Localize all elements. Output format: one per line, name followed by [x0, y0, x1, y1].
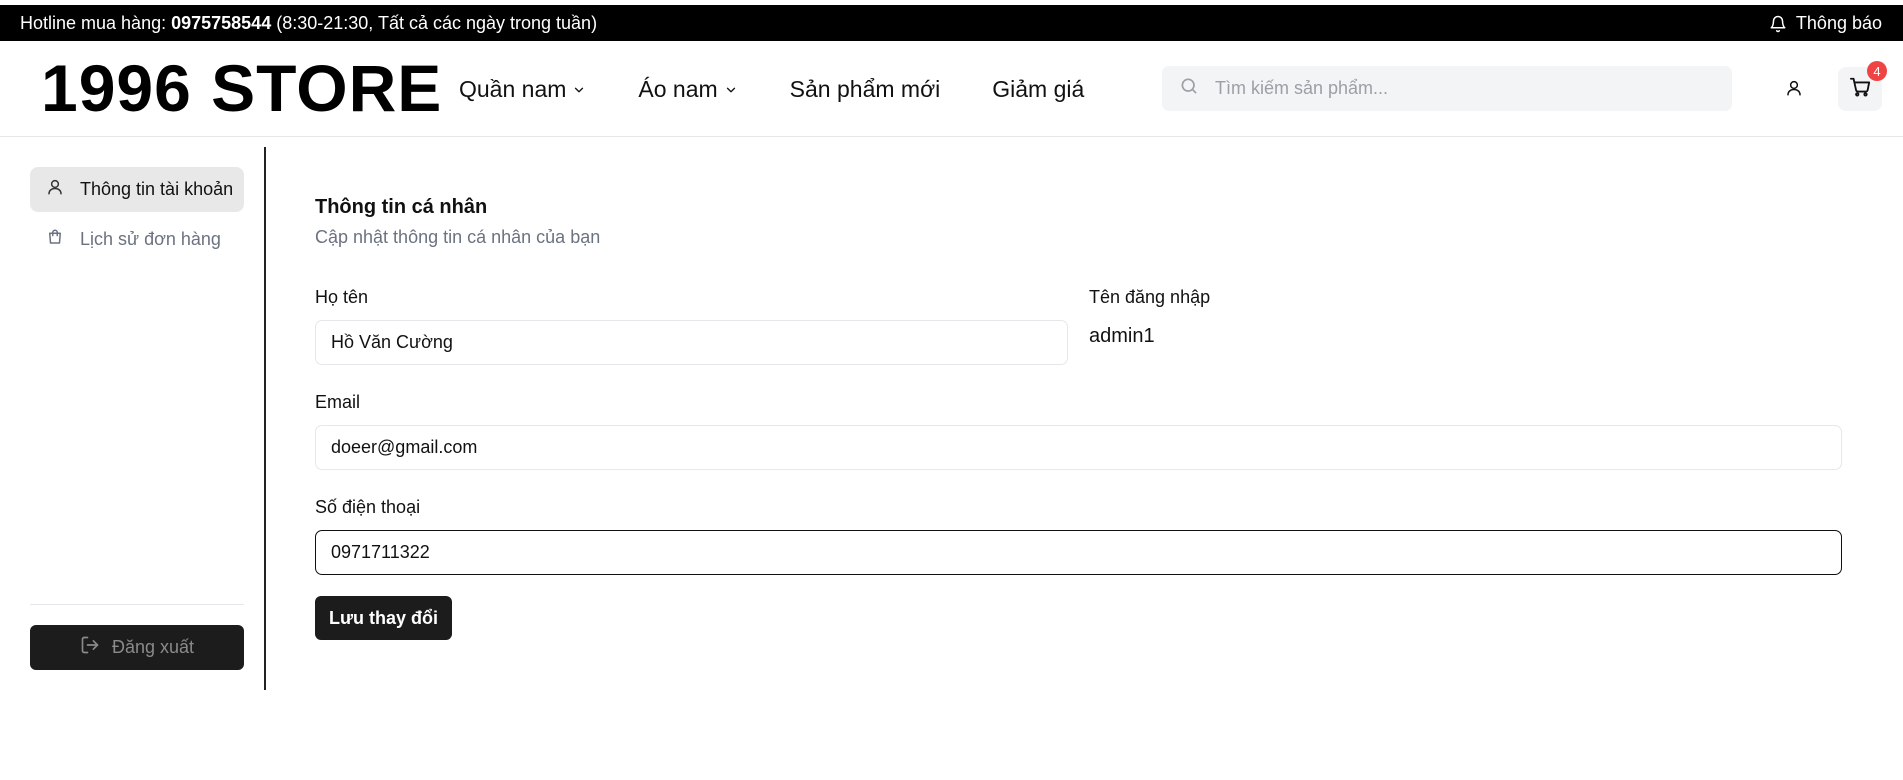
- fullname-input[interactable]: [316, 321, 1067, 364]
- chevron-down-icon: [724, 76, 738, 103]
- username-label: Tên đăng nhập: [1089, 287, 1211, 307]
- search-icon: [1162, 76, 1215, 101]
- fullname-label: Họ tên: [315, 287, 369, 307]
- main-nav: Quần nam Áo nam Sản phẩm mới Giảm giá: [459, 76, 1084, 103]
- hotline-hours: (8:30-21:30, Tất cả các ngày trong tuần): [271, 13, 598, 33]
- sidebar-separator: [264, 147, 266, 690]
- nav-label: Áo nam: [638, 76, 718, 102]
- nav-san-pham-moi[interactable]: Sản phẩm mới: [790, 76, 941, 103]
- nav-giam-gia[interactable]: Giảm giá: [992, 76, 1084, 103]
- nav-label: Sản phẩm mới: [789, 76, 941, 102]
- search-input[interactable]: [1215, 78, 1695, 99]
- logout-button[interactable]: Đăng xuất: [30, 625, 244, 670]
- shopping-bag-icon: [46, 228, 64, 251]
- user-icon: [1785, 79, 1803, 102]
- hotline-prefix: Hotline mua hàng:: [20, 13, 172, 33]
- announcement-bar: Hotline mua hàng: 0975758544 (8:30-21:30…: [0, 5, 1903, 41]
- chevron-down-icon: [572, 76, 586, 103]
- sidebar-item-account-info[interactable]: Thông tin tài khoản: [30, 167, 244, 212]
- hotline-text: Hotline mua hàng: 0975758544 (8:30-21:30…: [20, 13, 597, 34]
- notification-label: Thông báo: [1795, 13, 1882, 33]
- phone-input[interactable]: [316, 531, 1841, 574]
- search-bar: [1162, 66, 1732, 111]
- store-logo[interactable]: 1996 STORE: [41, 55, 442, 121]
- nav-quan-nam[interactable]: Quần nam: [459, 76, 586, 103]
- username-value: admin1: [1089, 325, 1155, 347]
- notification-button[interactable]: Thông báo: [1769, 13, 1882, 34]
- hotline-number: 0975758544: [171, 13, 272, 33]
- fullname-field: [315, 320, 1068, 365]
- email-field: [315, 425, 1842, 470]
- nav-ao-nam[interactable]: Áo nam: [638, 76, 737, 103]
- email-label: Email: [315, 392, 361, 412]
- logout-icon: [80, 635, 100, 660]
- sidebar-item-order-history[interactable]: Lịch sử đơn hàng: [30, 217, 244, 262]
- cart-count-badge: 4: [1867, 61, 1887, 81]
- sidebar-divider: [30, 604, 244, 605]
- phone-label: Số điện thoại: [315, 497, 421, 517]
- nav-label: Giảm giá: [992, 76, 1085, 102]
- sidebar-item-label: Thông tin tài khoản: [80, 179, 234, 199]
- account-sidebar: Thông tin tài khoản Lịch sử đơn hàng: [30, 167, 244, 262]
- logout-label: Đăng xuất: [111, 637, 195, 657]
- bell-icon: [1769, 15, 1787, 33]
- nav-label: Quần nam: [459, 76, 567, 102]
- account-button[interactable]: [1775, 71, 1813, 109]
- site-header: 1996 STORE Quần nam Áo nam Sản phẩm mới …: [0, 41, 1903, 137]
- shopping-cart-icon: [1849, 76, 1871, 103]
- section-subtitle: Cập nhật thông tin cá nhân của bạn: [315, 227, 601, 247]
- save-changes-button[interactable]: Lưu thay đổi: [315, 596, 452, 640]
- email-input[interactable]: [316, 426, 1841, 469]
- user-icon: [46, 178, 64, 201]
- cart-button[interactable]: 4: [1838, 61, 1887, 111]
- section-title: Thông tin cá nhân: [315, 196, 488, 218]
- phone-field: [315, 530, 1842, 575]
- sidebar-item-label: Lịch sử đơn hàng: [80, 229, 221, 249]
